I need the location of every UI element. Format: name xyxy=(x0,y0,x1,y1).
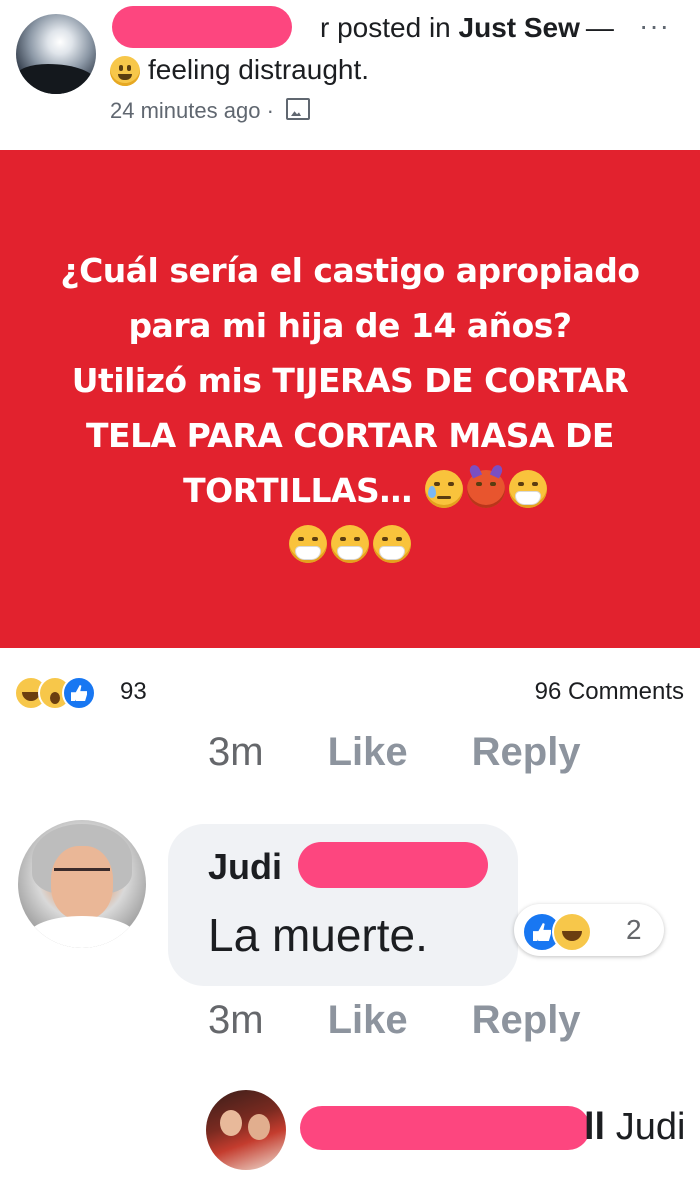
post-text-line-5-text: TORTILLAS… xyxy=(183,471,412,510)
haha-reaction-icon xyxy=(552,912,592,952)
group-link[interactable]: Just Sew xyxy=(459,12,580,43)
comment-actions-bottom: 3m Like Reply xyxy=(208,998,645,1043)
reply-name-fragment: ll xyxy=(584,1106,606,1148)
post-timestamp-row: 24 minutes ago · xyxy=(110,98,311,124)
post-background-banner: ¿Cuál sería el castigo apropiado para mi… xyxy=(0,150,700,648)
post-text-line-5: TORTILLAS… xyxy=(0,463,700,518)
photo-privacy-icon xyxy=(286,98,311,120)
comment-time[interactable]: 3m xyxy=(208,730,264,774)
post-text-line-4: TELA PARA CORTAR MASA DE xyxy=(86,416,614,455)
angry-mask-emoji-icon xyxy=(508,470,547,508)
post-text-line-2: para mi hija de 14 años? xyxy=(128,306,572,345)
like-button[interactable]: Like xyxy=(328,998,408,1042)
post-timestamp[interactable]: 24 minutes ago xyxy=(110,98,260,123)
post-author-avatar[interactable] xyxy=(16,14,96,94)
post-text-line-6 xyxy=(0,518,700,573)
comment-actions-top: 3m Like Reply xyxy=(208,730,645,775)
reaction-count[interactable]: 93 xyxy=(120,678,147,706)
more-options-button[interactable]: ··· xyxy=(639,10,670,42)
like-reaction-icon xyxy=(62,676,96,710)
redacted-commenter-surname xyxy=(298,842,488,888)
commenter-name[interactable]: Judi xyxy=(208,846,282,888)
devil-emoji-icon xyxy=(466,470,505,508)
reply-button[interactable]: Reply xyxy=(472,998,581,1042)
comment-count-link[interactable]: 96 Comments xyxy=(535,678,684,706)
post-text-line-3: Utilizó mis TIJERAS DE CORTAR xyxy=(71,361,629,400)
like-button[interactable]: Like xyxy=(328,730,408,774)
angry-mask-emoji-icon xyxy=(331,525,369,563)
angry-mask-emoji-icon xyxy=(289,525,327,563)
post-text: ¿Cuál sería el castigo apropiado para mi… xyxy=(0,243,700,573)
redacted-reply-author xyxy=(300,1106,590,1150)
post-text-line-1: ¿Cuál sería el castigo apropiado xyxy=(60,251,640,290)
post-header: xxxxxxxxxxxxxxxr posted in Just Sew— xyxy=(110,12,614,44)
reply-author-avatar[interactable] xyxy=(206,1090,286,1170)
reply-button[interactable]: Reply xyxy=(472,730,581,774)
author-name-suffix: r xyxy=(320,12,330,43)
comment-reaction-count: 2 xyxy=(626,914,642,945)
reply-mention-name: Judi xyxy=(615,1106,686,1148)
feeling-emoji-icon xyxy=(110,56,140,86)
timestamp-separator: · xyxy=(266,98,274,123)
angry-mask-emoji-icon xyxy=(373,525,411,563)
posted-in-text: posted in xyxy=(337,12,451,43)
comment-reactions[interactable]: 2 xyxy=(514,904,664,956)
commenter-avatar[interactable] xyxy=(18,820,146,948)
comment-time[interactable]: 3m xyxy=(208,998,264,1042)
feeling-status: feeling distraught. xyxy=(148,54,370,85)
header-dash: — xyxy=(585,12,614,43)
comment-text: La muerte. xyxy=(208,909,428,961)
reply-preview-name[interactable]: ll Judi xyxy=(584,1106,685,1149)
sweat-face-emoji-icon xyxy=(424,470,463,508)
